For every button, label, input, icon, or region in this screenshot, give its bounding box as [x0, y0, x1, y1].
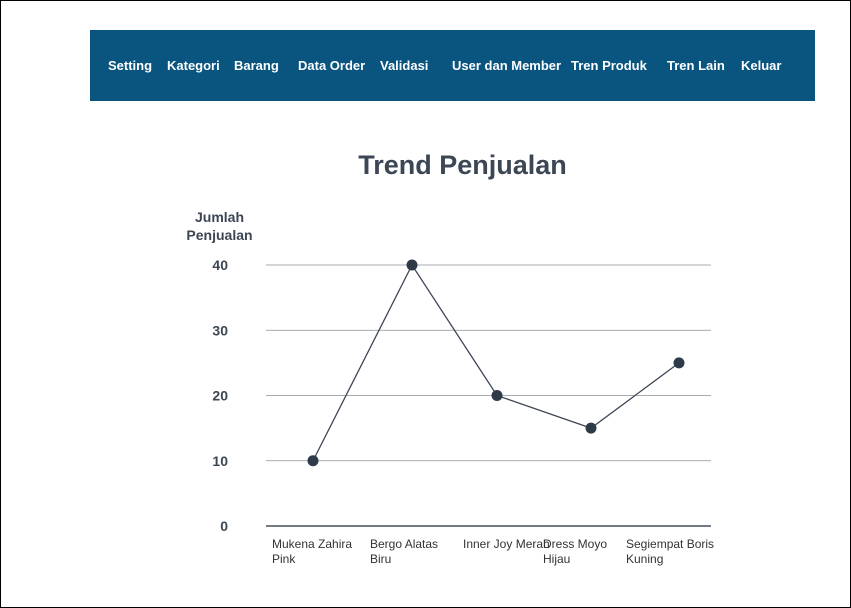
data-point — [307, 455, 319, 467]
x-tick-label: Inner Joy Merah — [463, 537, 550, 551]
x-tick-label: Dress Moyo Hijau — [543, 537, 608, 566]
data-point — [406, 259, 418, 271]
y-tick-labels: 0 10 20 30 40 — [212, 257, 228, 534]
chart-grid — [266, 264, 711, 527]
y-tick-label: 20 — [212, 388, 228, 404]
line-chart: 0 10 20 30 40 — [212, 257, 711, 534]
series-line — [312, 263, 680, 462]
y-tick-label: 0 — [220, 518, 228, 534]
x-tick-label: Mukena Zahira Pink — [272, 537, 353, 566]
x-tick-label: Segiempat Boris Kuning — [626, 537, 715, 566]
data-point — [585, 422, 597, 434]
x-tick-label: Bergo Alatas Biru — [370, 537, 439, 566]
y-tick-label: 30 — [212, 322, 228, 338]
data-point — [491, 390, 503, 401]
series-points — [307, 259, 685, 467]
data-point — [673, 357, 685, 369]
y-tick-label: 10 — [212, 453, 228, 469]
y-tick-label: 40 — [212, 257, 228, 273]
